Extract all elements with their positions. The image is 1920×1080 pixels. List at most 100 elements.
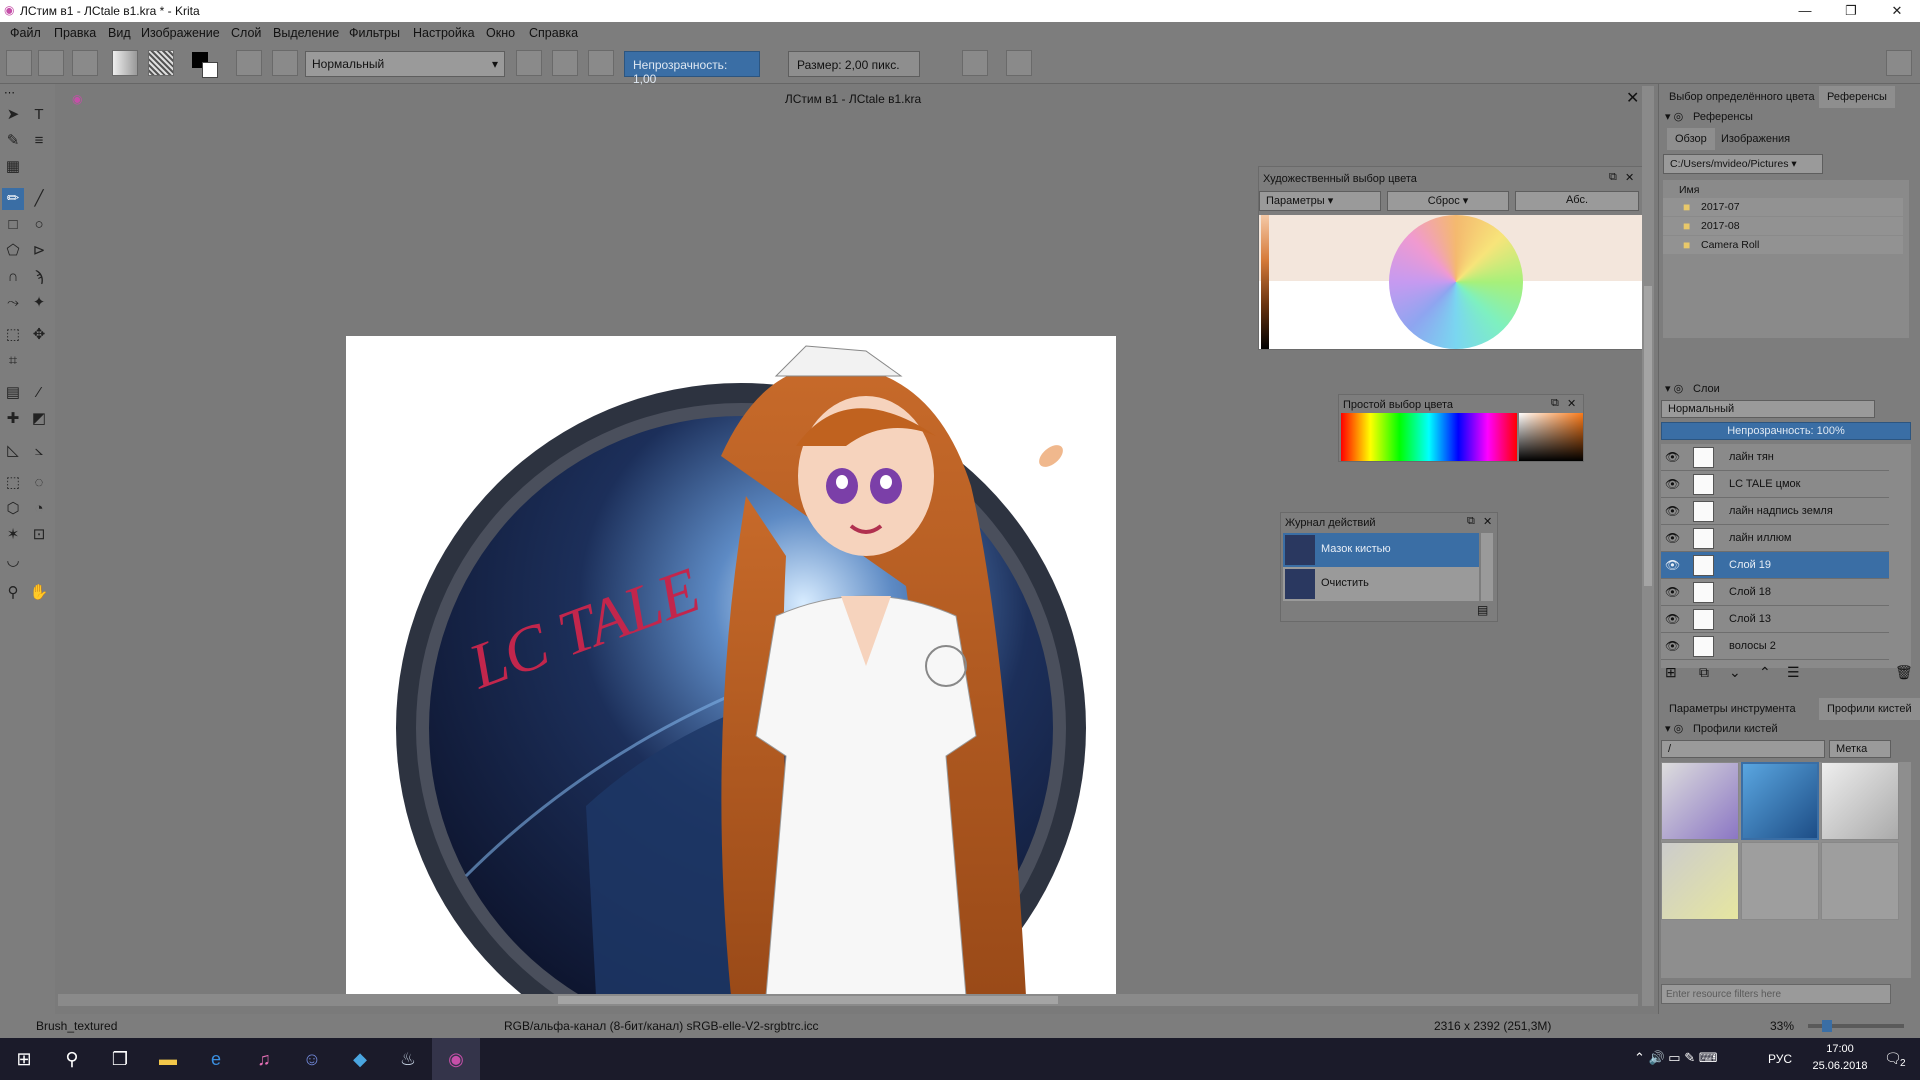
artistic-abs-button[interactable]: Абс. — [1515, 191, 1639, 211]
open-file-icon[interactable] — [38, 50, 64, 76]
close-docker-icon[interactable]: ✕ — [1625, 171, 1634, 184]
krita-taskbar-icon[interactable]: ◉ — [432, 1038, 480, 1080]
float-docker-icon[interactable]: ⧉ — [1609, 171, 1617, 184]
itunes-icon[interactable]: ♫ — [240, 1038, 288, 1080]
search-icon[interactable]: ⚲ — [48, 1038, 96, 1080]
layers-blend-select[interactable]: Нормальный — [1661, 400, 1875, 418]
assistant-tool-icon[interactable]: ◺ — [2, 440, 24, 462]
layer-row-selected[interactable]: 👁 Слой 19 — [1661, 552, 1889, 579]
visibility-eye-icon[interactable]: 👁 — [1665, 450, 1680, 464]
freehand-select-tool-icon[interactable]: ◔ — [28, 498, 50, 520]
menu-help[interactable]: Справка — [529, 26, 578, 40]
gradient-preset-icon[interactable] — [112, 50, 138, 76]
fill-tool-icon[interactable]: ◩ — [28, 408, 50, 430]
float-docker-icon[interactable]: ⧉ — [1551, 397, 1559, 410]
windows-start-icon[interactable]: ⊞ — [0, 1038, 48, 1080]
visibility-eye-icon[interactable]: 👁 — [1665, 639, 1680, 653]
visibility-eye-icon[interactable]: 👁 — [1665, 531, 1680, 545]
rectangle-tool-icon[interactable]: □ — [2, 214, 24, 236]
tab-references[interactable]: Референсы — [1819, 86, 1895, 108]
multibrush-tool-icon[interactable]: ✦ — [28, 292, 50, 314]
menu-filters[interactable]: Фильтры — [349, 26, 400, 40]
close-button[interactable]: ✕ — [1874, 0, 1920, 22]
menu-file[interactable]: Файл — [10, 26, 41, 40]
layer-row[interactable]: 👁 Слой 18 — [1661, 579, 1889, 606]
close-document-icon[interactable]: ✕ — [1626, 88, 1639, 108]
bezier-tool-icon[interactable]: ∩ — [2, 266, 24, 288]
brush-preset-tile[interactable] — [1661, 842, 1739, 920]
delete-layer-icon[interactable]: 🗑 — [1895, 664, 1913, 681]
zoom-tool-icon[interactable]: ⚲ — [2, 582, 24, 604]
tray-icons[interactable]: ⌃ 🔊 ▭ ✎ ⌨ — [1634, 1050, 1717, 1066]
layer-row[interactable]: 👁 лайн надпись земля — [1661, 498, 1889, 525]
layer-properties-icon[interactable]: ☰ — [1787, 664, 1800, 681]
steam-icon[interactable]: ♨ — [384, 1038, 432, 1080]
layers-opacity-slider[interactable]: Непрозрачность: 100% — [1661, 422, 1911, 440]
tab-tool-options[interactable]: Параметры инструмента — [1661, 698, 1804, 720]
hue-bar[interactable] — [1341, 413, 1517, 461]
float-docker-icon[interactable]: ⧉ — [1467, 515, 1475, 528]
pattern-preset-icon[interactable] — [148, 50, 174, 76]
layer-row[interactable]: 👁 волосы 2 — [1661, 633, 1889, 660]
background-color-swatch[interactable] — [202, 62, 218, 78]
mirror-horizontal-icon[interactable] — [962, 50, 988, 76]
blend-mode-select[interactable]: Нормальный ▾ — [305, 51, 505, 77]
bezier-select-tool-icon[interactable]: ◡ — [2, 550, 24, 572]
file-explorer-icon[interactable]: ▬ — [144, 1038, 192, 1080]
horizontal-scrollbar-thumb[interactable] — [558, 996, 1058, 1004]
vertical-scrollbar-thumb[interactable] — [1644, 286, 1652, 586]
reload-preset-icon[interactable] — [588, 50, 614, 76]
artistic-wheel-area[interactable] — [1259, 215, 1643, 349]
document-canvas[interactable]: LC TALE — [346, 336, 1116, 1073]
save-file-icon[interactable] — [72, 50, 98, 76]
gradient-tool-icon[interactable]: ▤ — [2, 382, 24, 404]
clock-date[interactable]: 25.06.2018 — [1804, 1060, 1876, 1072]
edit-shapes-tool-icon[interactable]: ✎ — [2, 130, 24, 152]
visibility-eye-icon[interactable]: 👁 — [1665, 558, 1680, 572]
path-select[interactable]: C:/Users/mvideo/Pictures ▾ — [1663, 154, 1823, 174]
pattern-tool-icon[interactable]: ▦ — [2, 156, 24, 178]
polyline-tool-icon[interactable]: ⊳ — [28, 240, 50, 262]
dynamic-brush-tool-icon[interactable]: ⤳ — [2, 292, 24, 314]
photoshop-icon[interactable]: ◆ — [336, 1038, 384, 1080]
keyboard-language[interactable]: РУС — [1768, 1052, 1792, 1066]
maximize-button[interactable]: ❐ — [1828, 0, 1874, 22]
history-item[interactable]: Очистить — [1283, 567, 1479, 601]
brush-presets-icon[interactable] — [236, 50, 262, 76]
eraser-mode-icon[interactable] — [516, 50, 542, 76]
transform-tool-icon[interactable]: ⬚ — [2, 324, 24, 346]
close-docker-icon[interactable]: ✕ — [1567, 397, 1576, 410]
line-tool-icon[interactable]: ╱ — [28, 188, 50, 210]
vertical-scrollbar[interactable] — [1642, 86, 1654, 1006]
visibility-eye-icon[interactable]: 👁 — [1665, 612, 1680, 626]
artistic-reset-button[interactable]: Сброс ▾ — [1387, 191, 1509, 211]
history-scrollbar[interactable] — [1481, 533, 1493, 601]
freehand-path-tool-icon[interactable]: ϡ — [28, 266, 50, 288]
close-docker-icon[interactable]: ✕ — [1483, 515, 1492, 528]
new-file-icon[interactable] — [6, 50, 32, 76]
layer-row[interactable]: 👁 лайн иллюм — [1661, 525, 1889, 552]
add-layer-icon[interactable]: ⊞ — [1665, 664, 1677, 681]
mirror-vertical-icon[interactable] — [1006, 50, 1032, 76]
artistic-params-button[interactable]: Параметры ▾ — [1259, 191, 1381, 211]
menu-image[interactable]: Изображение — [141, 26, 220, 40]
task-view-icon[interactable]: ❐ — [96, 1038, 144, 1080]
duplicate-layer-icon[interactable]: ⧉ — [1699, 664, 1709, 681]
preset-tag-select[interactable]: / — [1661, 740, 1825, 758]
horizontal-scrollbar[interactable] — [58, 994, 1638, 1006]
zoom-slider-handle[interactable] — [1822, 1020, 1832, 1032]
contiguous-select-tool-icon[interactable]: ✶ — [2, 524, 24, 546]
visibility-eye-icon[interactable]: 👁 — [1665, 585, 1680, 599]
brush-settings-icon[interactable] — [272, 50, 298, 76]
layer-row[interactable]: 👁 лайн тян — [1661, 444, 1889, 471]
move-tool-icon[interactable]: ✥ — [28, 324, 50, 346]
similar-select-tool-icon[interactable]: ⊡ — [28, 524, 50, 546]
layer-row[interactable]: 👁 Слой 13 — [1661, 606, 1889, 633]
visibility-eye-icon[interactable]: 👁 — [1665, 477, 1680, 491]
ellipse-select-tool-icon[interactable]: ◌ — [28, 472, 50, 494]
folder-row[interactable]: ■ Camera Roll — [1663, 236, 1903, 254]
smart-patch-tool-icon[interactable]: ✚ — [2, 408, 24, 430]
minimize-button[interactable]: — — [1782, 0, 1828, 22]
size-slider[interactable]: Размер: 2,00 пикс. — [788, 51, 920, 77]
ellipse-tool-icon[interactable]: ○ — [28, 214, 50, 236]
